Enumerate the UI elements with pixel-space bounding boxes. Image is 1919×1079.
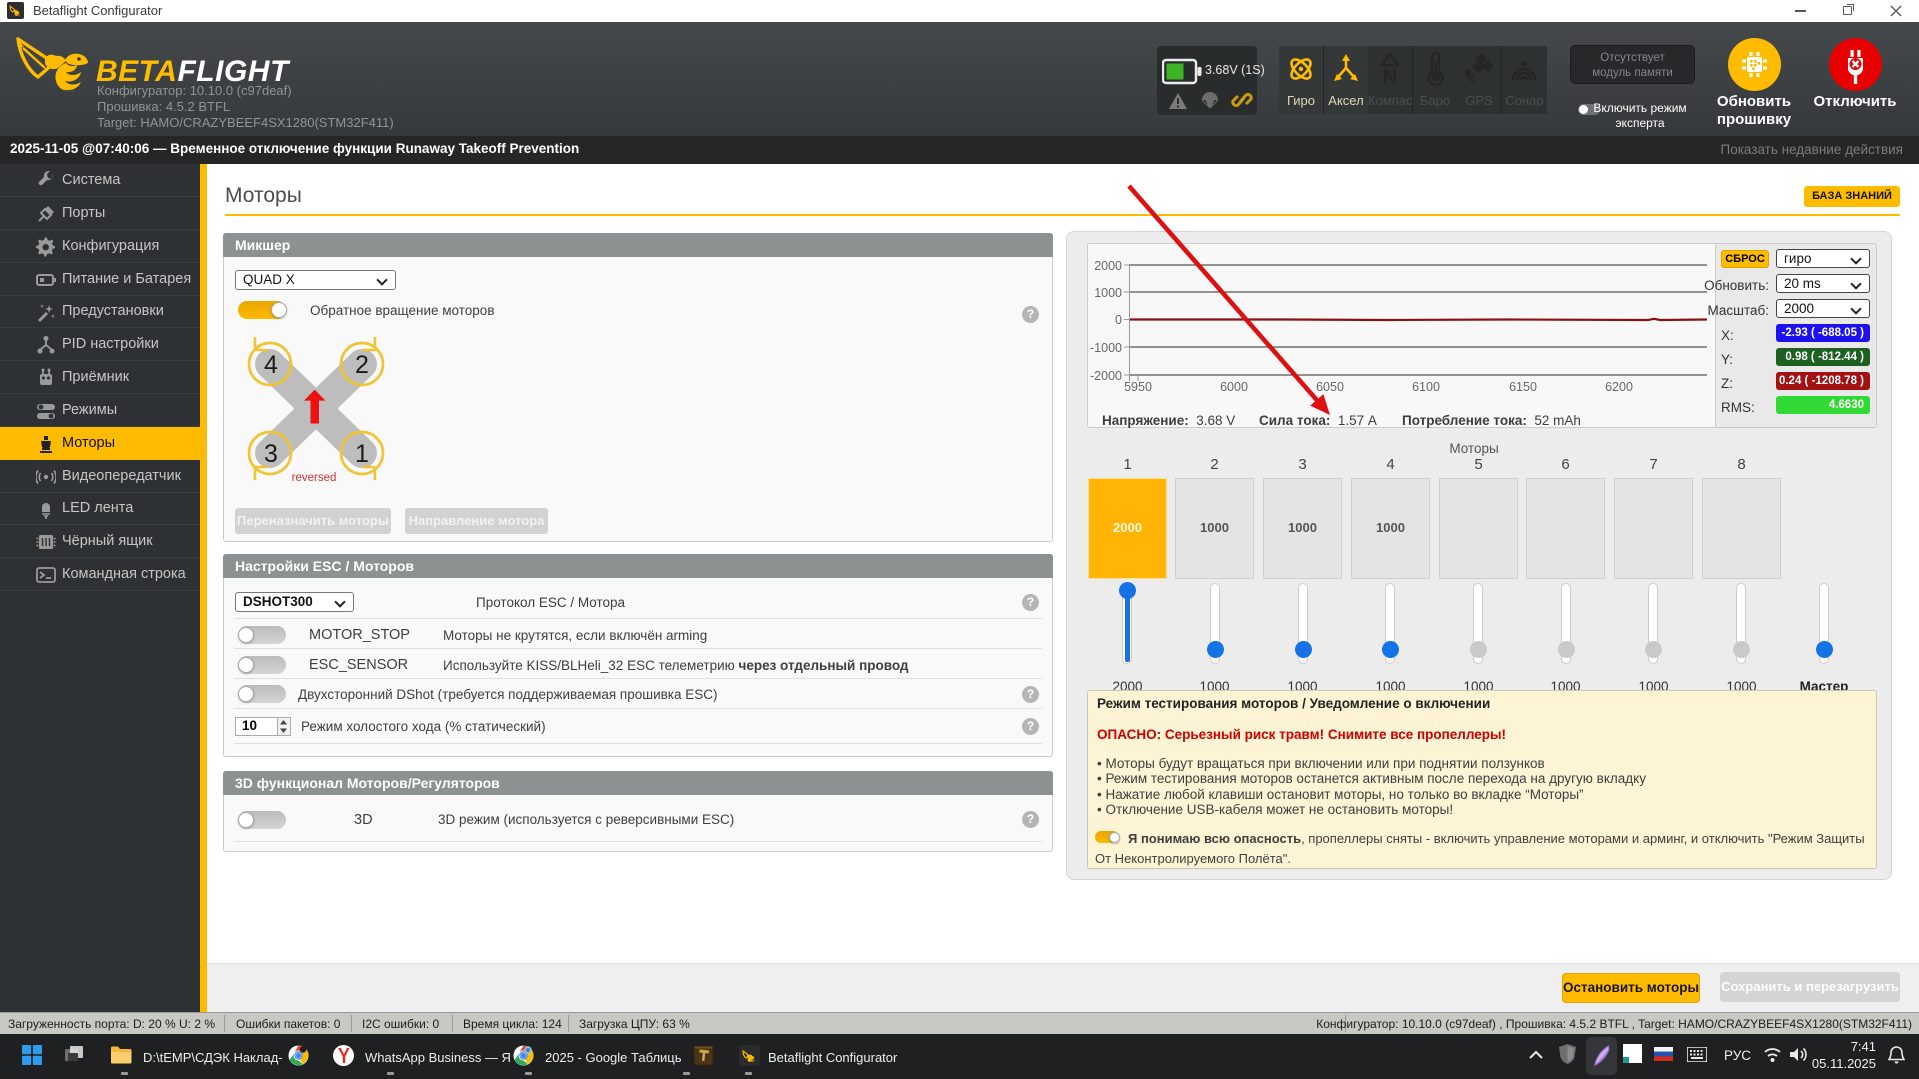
svg-text:6150: 6150 (1509, 380, 1537, 394)
svg-text:6100: 6100 (1412, 380, 1440, 394)
svg-text:0: 0 (1115, 313, 1122, 327)
svg-text:N: N (1383, 66, 1397, 85)
svg-text:2000: 2000 (1094, 259, 1122, 273)
svg-text:1: 1 (355, 440, 369, 468)
svg-text:6200: 6200 (1605, 380, 1633, 394)
svg-text:2: 2 (355, 351, 369, 379)
svg-text:4: 4 (264, 351, 278, 379)
svg-text:-1000: -1000 (1090, 341, 1122, 355)
svg-text:-2000: -2000 (1090, 369, 1122, 383)
svg-text:5950: 5950 (1124, 380, 1152, 394)
svg-text:6000: 6000 (1220, 380, 1248, 394)
svg-text:1000: 1000 (1094, 286, 1122, 300)
svg-text:3: 3 (264, 440, 278, 468)
svg-text:6050: 6050 (1316, 380, 1344, 394)
